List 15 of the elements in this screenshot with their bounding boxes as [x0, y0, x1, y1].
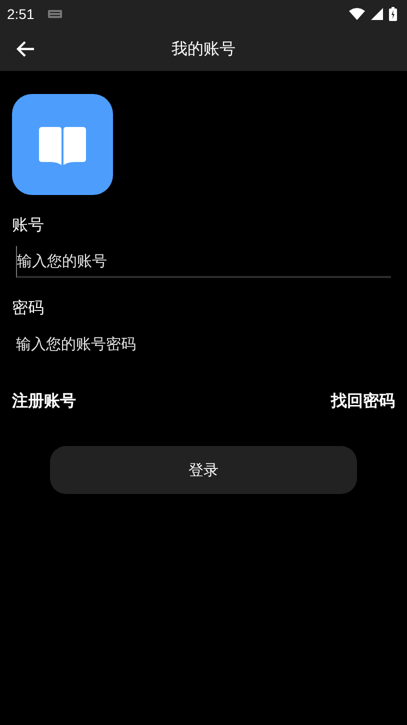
wifi-icon [349, 8, 365, 20]
login-button[interactable]: 登录 [50, 446, 357, 494]
text-link[interactable]: 注册账号 [12, 391, 76, 412]
text-link[interactable]: 找回密码 [331, 391, 395, 412]
input-field[interactable]: 输入您的账号 [16, 246, 391, 278]
keyboard-icon [48, 10, 62, 18]
field-label: 密码 [12, 298, 44, 319]
book-icon [39, 126, 86, 164]
input-field[interactable]: 输入您的账号密码 [16, 329, 391, 361]
page-title: 我的账号 [172, 38, 236, 60]
field-label: 账号 [12, 215, 44, 236]
back-arrow-icon [15, 40, 35, 58]
battery-icon [389, 6, 397, 20]
status-time: 2:51 [7, 6, 34, 22]
signal-icon [371, 8, 383, 20]
